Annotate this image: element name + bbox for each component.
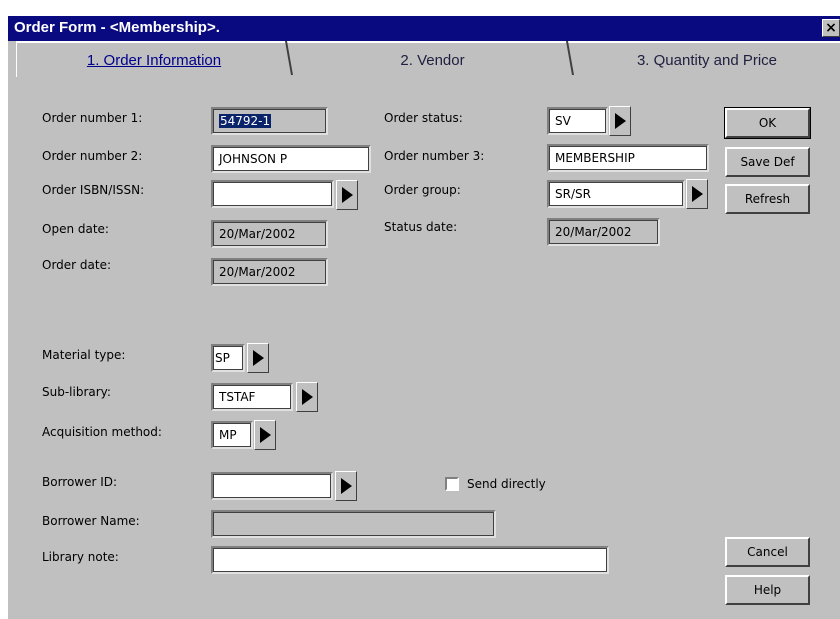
ok-button[interactable]: OK — [724, 107, 811, 139]
send-directly-label: Send directly — [467, 477, 546, 491]
order-isbn-field[interactable] — [211, 180, 334, 208]
library-note-field[interactable] — [211, 546, 609, 574]
order-status-label: Order status: — [384, 111, 463, 125]
acquisition-method-label: Acquisition method: — [42, 425, 162, 439]
sub-library-label: Sub-library: — [42, 385, 111, 399]
title-bar[interactable]: Order Form - <Membership>. × — [8, 16, 840, 41]
order-group-arrow-button[interactable] — [686, 179, 708, 209]
order-date-field: 20/Mar/2002 — [211, 258, 328, 286]
library-note-label: Library note: — [42, 550, 119, 564]
material-type-arrow-button[interactable] — [247, 343, 269, 373]
order-group-field[interactable]: SR/SR — [547, 180, 685, 208]
acquisition-method-arrow-button[interactable] — [254, 420, 276, 450]
tab-quantity-and-price-label: 3. Quantity and Price — [636, 52, 778, 69]
send-directly-checkbox[interactable] — [445, 477, 459, 491]
order-date-label: Order date: — [42, 258, 112, 272]
open-date-label: Open date: — [42, 222, 109, 236]
order-isbn-arrow-button[interactable] — [336, 180, 358, 210]
borrower-id-field[interactable] — [211, 472, 333, 500]
close-icon: × — [825, 20, 837, 36]
material-type-label: Material type: — [42, 348, 126, 362]
tab-order-information[interactable]: 1. Order Information — [16, 41, 291, 77]
tab-order-information-label: 1. Order Information — [86, 52, 222, 69]
status-date-label: Status date: — [384, 220, 458, 234]
material-type-field[interactable]: SP — [211, 344, 245, 372]
refresh-button[interactable]: Refresh — [725, 184, 810, 214]
tab-divider — [288, 41, 294, 77]
close-button[interactable]: × — [822, 19, 840, 37]
tab-vendor[interactable]: 2. Vendor — [291, 41, 574, 77]
tab-strip: 1. Order Information 2. Vendor 3. Quanti… — [8, 41, 840, 79]
borrower-name-label: Borrower Name: — [42, 514, 140, 528]
borrower-id-arrow-button[interactable] — [335, 471, 357, 501]
order-group-label: Order group: — [384, 183, 461, 197]
borrower-id-label: Borrower ID: — [42, 475, 118, 489]
sub-library-field[interactable]: TSTAF — [211, 383, 293, 411]
order-number-2-field[interactable]: JOHNSON P — [211, 145, 371, 173]
save-def-button[interactable]: Save Def — [725, 147, 810, 177]
open-date-field: 20/Mar/2002 — [211, 220, 328, 248]
screen-top-edge — [0, 0, 840, 16]
order-number-3-label: Order number 3: — [384, 149, 485, 163]
tab-divider — [569, 41, 575, 77]
order-number-1-label: Order number 1: — [42, 111, 143, 125]
order-number-2-label: Order number 2: — [42, 149, 143, 163]
status-date-field: 20/Mar/2002 — [547, 218, 660, 246]
borrower-name-field — [211, 510, 496, 538]
order-status-field[interactable]: SV — [547, 107, 608, 135]
sub-library-arrow-button[interactable] — [296, 382, 318, 412]
order-number-1-value: 54792-1 — [219, 114, 272, 128]
order-form-window: Order Form - <Membership>. × 1. Order In… — [0, 0, 840, 619]
order-number-3-field[interactable]: MEMBERSHIP — [547, 144, 709, 172]
help-button[interactable]: Help — [725, 575, 810, 605]
cancel-button[interactable]: Cancel — [725, 537, 810, 567]
screen-left-edge — [0, 0, 8, 619]
acquisition-method-field[interactable]: MP — [211, 421, 253, 449]
tab-quantity-and-price[interactable]: 3. Quantity and Price — [574, 41, 840, 77]
tab-vendor-label: 2. Vendor — [400, 52, 465, 69]
order-status-arrow-button[interactable] — [609, 106, 631, 136]
order-isbn-label: Order ISBN/ISSN: — [42, 183, 145, 197]
window-title: Order Form - <Membership>. — [14, 19, 220, 36]
order-number-1-field[interactable]: 54792-1 — [211, 107, 328, 135]
